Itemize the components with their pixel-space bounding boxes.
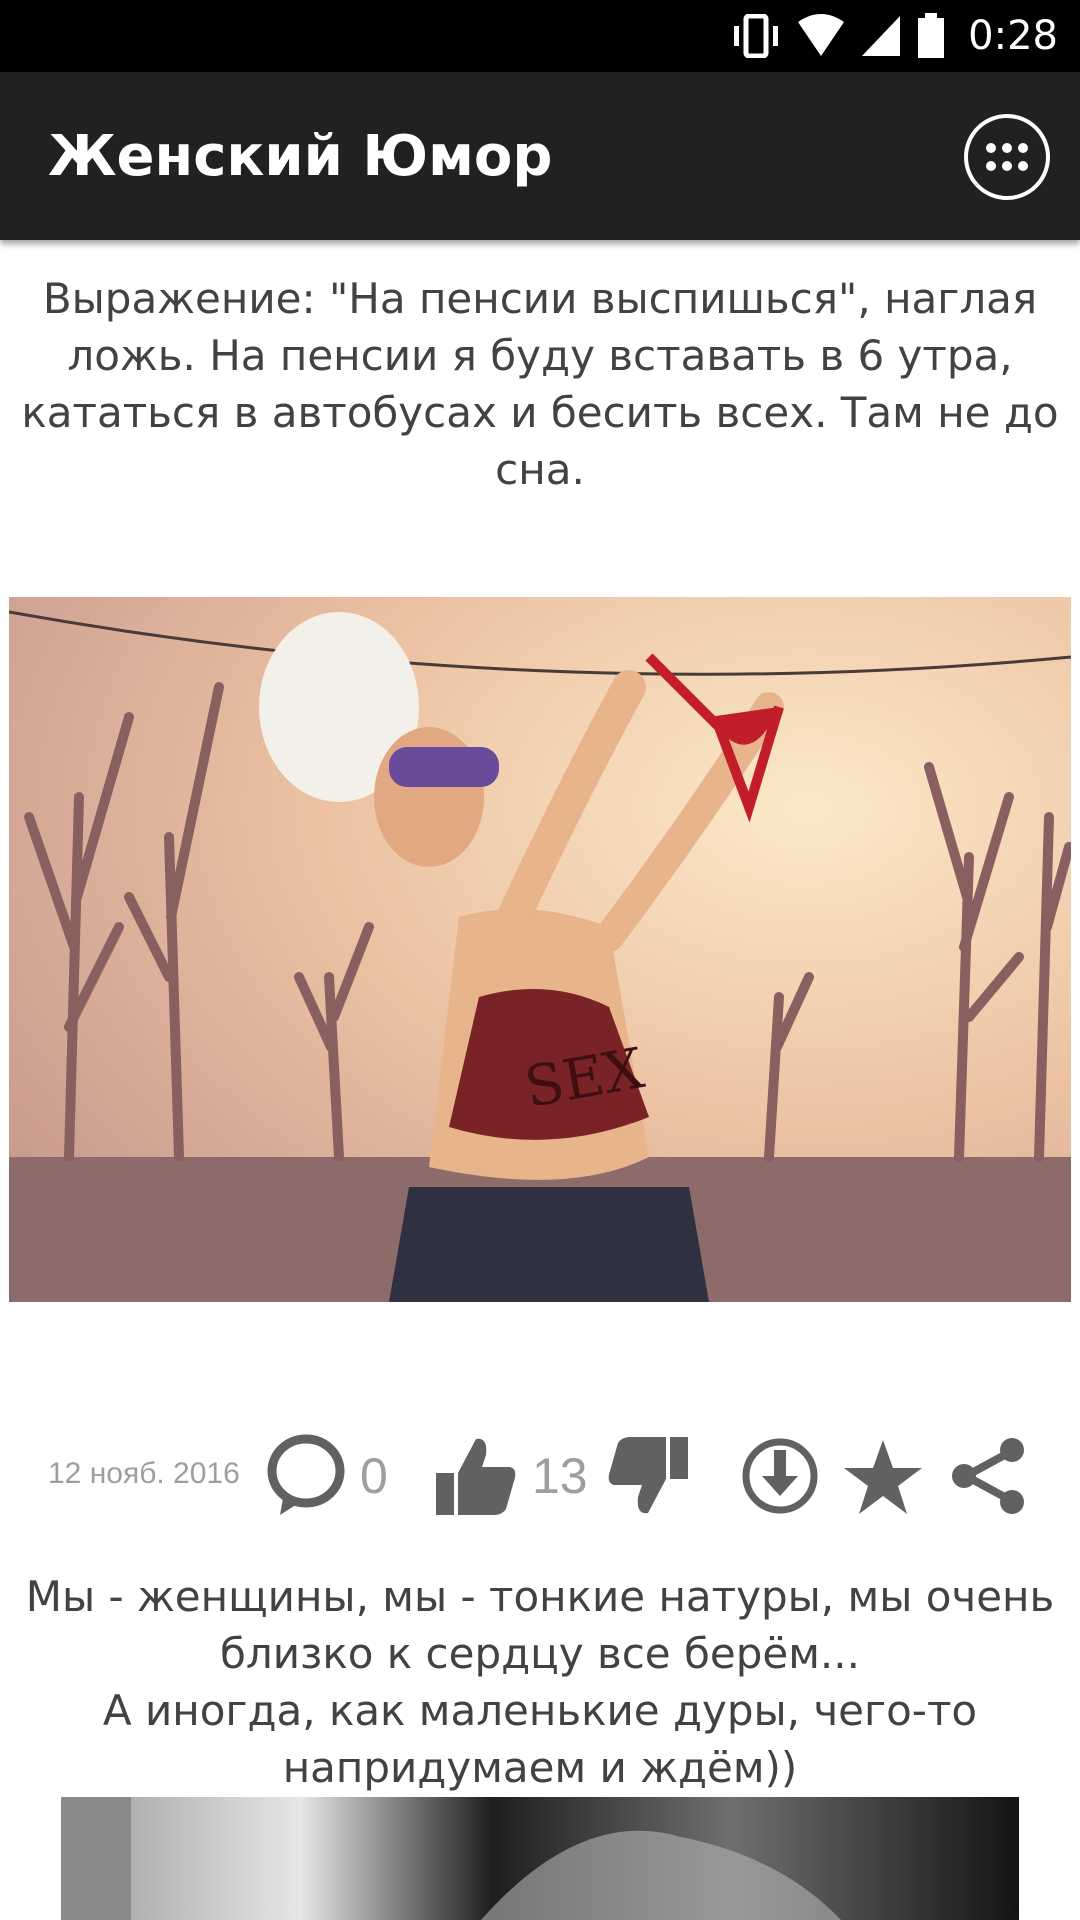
post-text-2-line1: Мы - женщины, мы - тонкие натуры, мы оче… [25, 1572, 1055, 1678]
favorite-button[interactable] [842, 1428, 924, 1524]
status-icons: 0:28 [730, 0, 1058, 72]
post-text-2-line2: А иногда, как маленькие дуры, чего-то на… [102, 1686, 978, 1792]
post-actions: 12 нояб. 2016 0 13 [0, 1420, 1080, 1530]
post-date: 12 нояб. 2016 [48, 1457, 240, 1490]
vibrate-icon [730, 14, 782, 58]
share-button[interactable] [948, 1428, 1030, 1524]
star-icon [842, 1436, 924, 1516]
apps-grid-icon [985, 142, 1029, 172]
post-text: Выражение: "На пенсии выспишься", наглая… [21, 274, 1059, 494]
post-image[interactable]: SEX [9, 597, 1071, 1302]
comments-count: 0 [360, 1448, 388, 1504]
share-icon [948, 1435, 1030, 1517]
dislike-button[interactable] [606, 1428, 692, 1524]
thumbs-down-icon [606, 1433, 692, 1519]
battery-icon [916, 13, 946, 59]
comments-button[interactable]: 0 [266, 1428, 388, 1524]
comment-icon [266, 1433, 346, 1519]
wifi-icon [796, 14, 846, 58]
download-button[interactable] [740, 1428, 820, 1524]
signal-icon [860, 14, 902, 58]
apps-menu-button[interactable] [964, 114, 1050, 200]
download-icon [740, 1436, 820, 1516]
post-image-2[interactable] [61, 1797, 1019, 1920]
status-time: 0:28 [968, 13, 1058, 59]
like-button[interactable]: 13 [432, 1428, 588, 1524]
status-bar: 0:28 [0, 0, 1080, 72]
app-title: Женский Юмор [48, 123, 553, 189]
post-text-2: Мы - женщины, мы - тонкие натуры, мы оче… [10, 1568, 1070, 1796]
thumbs-up-icon [432, 1433, 518, 1519]
likes-count: 13 [532, 1448, 588, 1504]
app-bar: Женский Юмор [0, 72, 1080, 240]
